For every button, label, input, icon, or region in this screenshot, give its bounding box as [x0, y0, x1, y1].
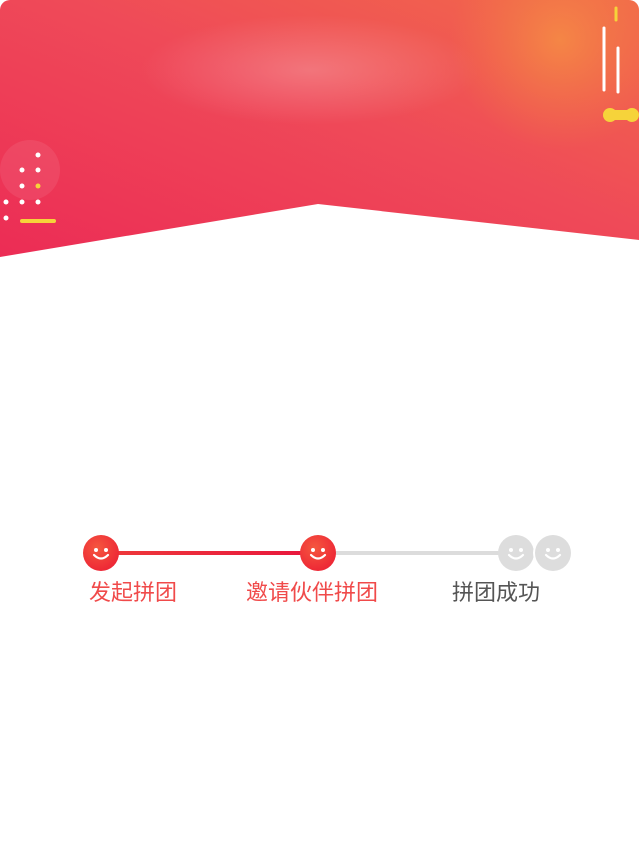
smiley-icon — [309, 548, 327, 560]
group-buy-progress: 发起拼团 邀请伙伴拼团 拼团成功 — [0, 525, 639, 625]
step-invite-partners-label: 邀请伙伴拼团 — [246, 581, 379, 606]
smiley-icon — [92, 548, 110, 560]
banner-graphic — [0, 0, 639, 257]
smiley-icon — [544, 548, 562, 560]
step-start-group-label: 发起拼团 — [89, 581, 178, 606]
smiley-icon — [507, 548, 525, 560]
header-banner — [0, 0, 639, 270]
step-group-success-node — [498, 535, 534, 571]
progress-track-pending — [318, 551, 518, 555]
step-start-group-node — [83, 535, 119, 571]
group-buy-card: 发起拼团 邀请伙伴拼团 拼团成功 — [0, 0, 639, 847]
progress-track-complete — [100, 551, 318, 555]
step-group-success-node-secondary — [535, 535, 571, 571]
step-group-success-label: 拼团成功 — [452, 581, 541, 606]
step-invite-partners-node — [300, 535, 336, 571]
